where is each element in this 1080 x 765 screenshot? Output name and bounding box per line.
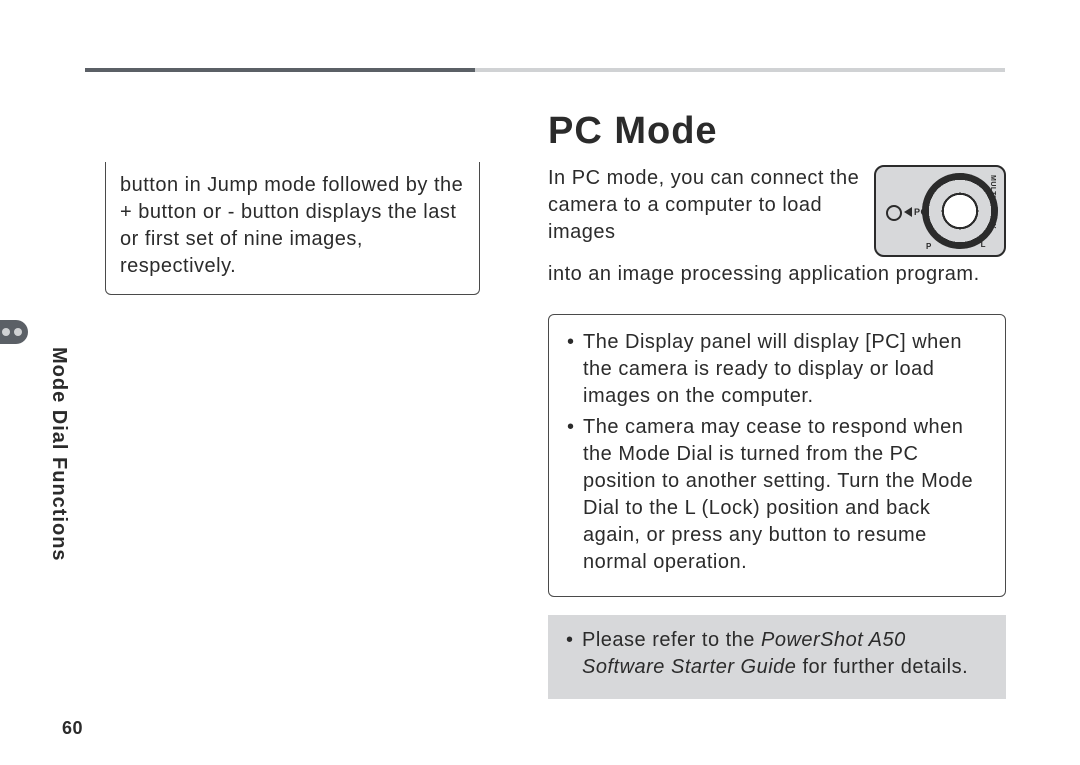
dial-label-l: L [981, 240, 986, 249]
continuation-text: button in Jump mode followed by the + bu… [120, 174, 463, 277]
section-side-label: Mode Dial Functions [47, 347, 70, 562]
dial-wheel-icon [922, 173, 998, 249]
intro-text-part1: In PC mode, you can connect the camera t… [548, 165, 860, 246]
dial-led-icon [886, 205, 902, 221]
note-item: Please refer to the PowerShot A50 Softwa… [582, 627, 990, 681]
header-rule-dark [85, 68, 475, 72]
left-column: button in Jump mode followed by the + bu… [105, 162, 480, 295]
intro-text-part2: into an image processing application pro… [548, 261, 1006, 288]
right-column: PC Mode In PC mode, you can connect the … [548, 110, 1006, 699]
mode-dial-illustration: PC MULTI PLAY L P [874, 165, 1006, 257]
tab-dot [14, 328, 22, 336]
dial-label-play: PLAY [989, 209, 996, 229]
page-number: 60 [62, 718, 83, 739]
bullet-item: The Display panel will display [PC] when… [583, 329, 989, 410]
header-rule-light [475, 68, 1005, 72]
info-box: The Display panel will display [PC] when… [548, 314, 1006, 597]
dial-label-p: P [926, 242, 932, 251]
dial-label-multi: MULTI [989, 175, 996, 198]
thumb-tab [0, 320, 28, 344]
note-suffix: for further details. [796, 656, 968, 678]
note-box: Please refer to the PowerShot A50 Softwa… [548, 615, 1006, 699]
dial-pointer-icon [904, 207, 912, 217]
manual-page: Mode Dial Functions 60 button in Jump mo… [0, 0, 1080, 765]
tab-dot [2, 328, 10, 336]
page-title: PC Mode [548, 110, 1006, 153]
continuation-box: button in Jump mode followed by the + bu… [105, 162, 480, 295]
note-prefix: Please refer to the [582, 629, 761, 651]
bullet-item: The camera may cease to respond when the… [583, 414, 989, 576]
